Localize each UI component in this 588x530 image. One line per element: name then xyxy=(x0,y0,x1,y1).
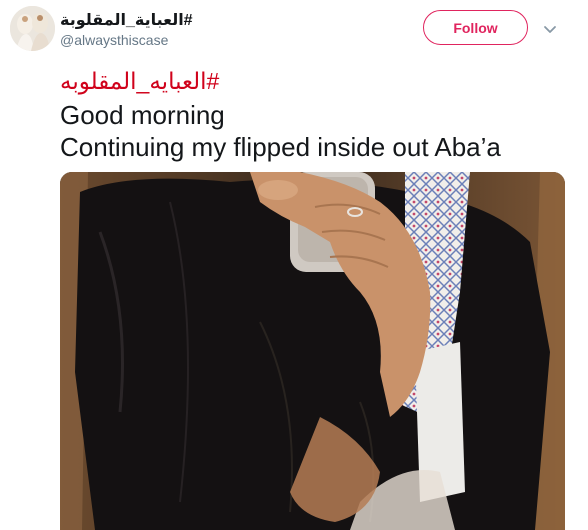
tweet-text-line-1: Good morning xyxy=(60,100,225,130)
profile-avatar[interactable] xyxy=(10,6,55,51)
tweet-card: #العباية_المقلوبة @alwaysthiscase Follow… xyxy=(0,0,588,530)
tweet-photo[interactable] xyxy=(60,172,565,530)
avatar-image xyxy=(10,6,55,51)
hashtag-link[interactable]: #العبايه_المقلوبه xyxy=(60,68,219,95)
mirror-selfie-image xyxy=(60,172,565,530)
chevron-down-icon[interactable] xyxy=(543,22,557,33)
display-name[interactable]: #العباية_المقلوبة xyxy=(60,10,193,30)
user-handle[interactable]: @alwaysthiscase xyxy=(60,32,168,48)
follow-button[interactable]: Follow xyxy=(423,10,528,45)
tweet-text-line-2: Continuing my flipped inside out Aba’a xyxy=(60,132,501,162)
